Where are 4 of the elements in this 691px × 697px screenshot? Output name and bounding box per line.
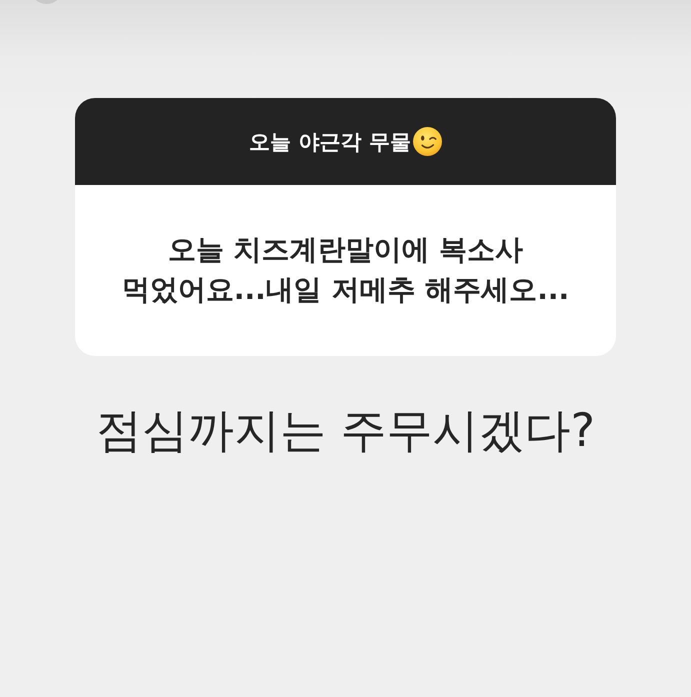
winking-face-icon [412,127,442,156]
sticker-question: 오늘 치즈계란말이에 복소사 먹었어요...내일 저메추 해주세오... [120,232,570,308]
sticker-prompt: 오늘 야근각 무물 [249,128,411,156]
reply-text: 점심까지는 주무시겠다? [96,402,596,458]
